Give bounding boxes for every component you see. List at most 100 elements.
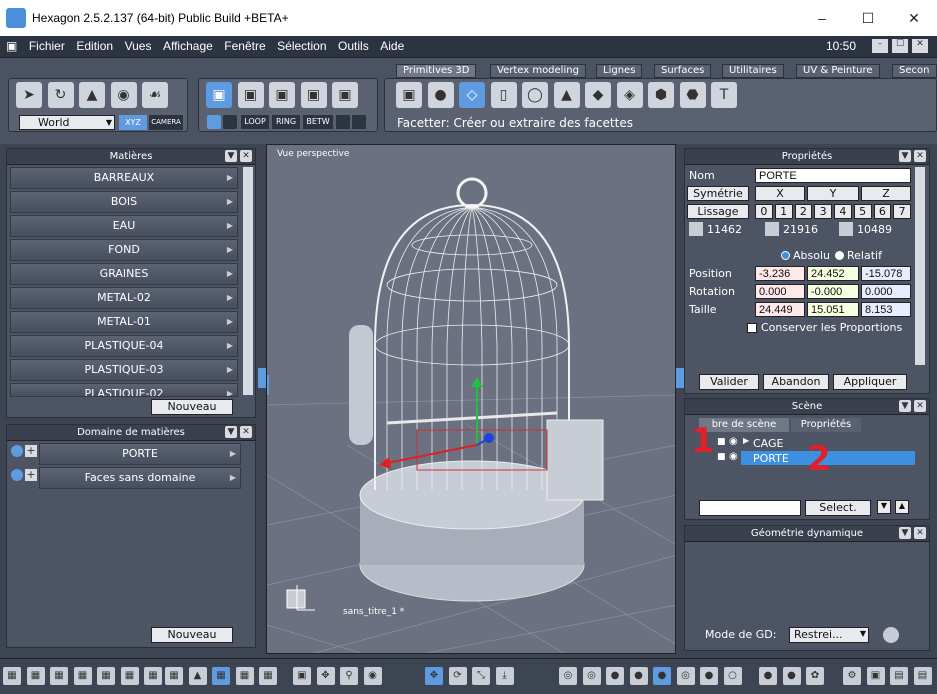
list-item[interactable]: PLASTIQUE-02 ▶ <box>10 383 238 397</box>
menu-outils[interactable]: Outils <box>334 36 373 53</box>
menu-affichage[interactable]: Affichage <box>159 36 217 53</box>
appliquer-button[interactable]: Appliquer <box>833 374 907 390</box>
ghost-icon[interactable]: ☙ <box>142 82 168 108</box>
layout-1-icon[interactable]: ▦ <box>3 667 21 685</box>
doc-restore-icon[interactable]: ☐ <box>892 39 908 53</box>
cube-icon[interactable]: ▣ <box>396 82 422 108</box>
ring-button[interactable]: RING <box>272 115 300 129</box>
layout-6-icon[interactable]: ▦ <box>120 667 139 685</box>
menu-fichier[interactable]: Fichier <box>25 36 69 53</box>
object-mode-icon[interactable]: ▣ <box>206 82 232 108</box>
size-y-field[interactable] <box>807 302 859 317</box>
level-2[interactable]: 2 <box>794 204 813 219</box>
layout-5-icon[interactable]: ▦ <box>97 667 115 685</box>
menu-fenetre[interactable]: Fenêtre <box>220 36 269 53</box>
plane-icon[interactable]: ▯ <box>490 82 517 108</box>
brush-icon[interactable] <box>207 115 221 129</box>
list-item[interactable]: METAL-01 ▶ <box>10 311 238 333</box>
light-1-icon[interactable]: ● <box>759 667 777 685</box>
size-x-field[interactable] <box>755 302 805 317</box>
abandon-button[interactable]: Abandon <box>763 374 829 390</box>
wire-shaded-icon[interactable]: ◎ <box>582 667 601 685</box>
menu-selection[interactable]: Sélection <box>273 36 330 53</box>
light-2-icon[interactable]: ● <box>782 667 801 685</box>
icosahedron-icon[interactable]: ⬣ <box>679 82 706 108</box>
panel-close-icon[interactable]: ✕ <box>914 400 926 412</box>
panel-close-icon[interactable]: ✕ <box>240 426 252 438</box>
lasso-icon[interactable]: ↻ <box>47 82 74 108</box>
layout-7-icon[interactable]: ▦ <box>144 667 162 685</box>
box-select-icon[interactable] <box>336 115 350 129</box>
symmetry-button[interactable]: Symétrie <box>687 186 749 201</box>
xyz-button[interactable]: XYZ <box>119 115 147 130</box>
left-panel-toggle[interactable] <box>258 368 266 388</box>
tab-lignes[interactable]: Lignes <box>596 64 643 78</box>
sym-x-button[interactable]: X <box>755 186 805 201</box>
lock-icon[interactable]: ■ <box>717 437 726 447</box>
position-x-field[interactable] <box>755 266 805 281</box>
eye-icon[interactable]: ◉ <box>729 436 738 447</box>
rotation-z-field[interactable] <box>861 284 911 299</box>
expand-arrow-icon[interactable]: ▶ <box>743 436 749 445</box>
cube-view-icon[interactable]: ▣ <box>866 667 885 685</box>
shaded-wire-icon[interactable]: ◎ <box>676 667 695 685</box>
sym-y-button[interactable]: Y <box>807 186 859 201</box>
light-3-icon[interactable]: ✿ <box>806 667 824 685</box>
move-up-icon[interactable]: ▲ <box>895 500 909 514</box>
plus-icon[interactable]: + <box>25 469 37 481</box>
round-select-icon[interactable] <box>352 115 366 129</box>
domain-item-porte[interactable]: PORTE ▶ <box>39 443 241 465</box>
tab-scene-properties[interactable]: Propriétés <box>791 418 861 432</box>
panel-menu-icon[interactable]: ▼ <box>899 400 911 412</box>
eye-icon[interactable]: ◉ <box>729 451 738 462</box>
dodecahedron-icon[interactable]: ⬢ <box>648 82 674 108</box>
move-tool-icon[interactable]: ✥ <box>425 667 443 685</box>
paint-select-icon[interactable]: ◉ <box>110 82 137 108</box>
world-dropdown[interactable]: World ▼ <box>19 115 115 130</box>
panel-menu-icon[interactable]: ▼ <box>225 150 237 162</box>
panel-close-icon[interactable]: ✕ <box>240 150 252 162</box>
properties-scrollbar[interactable] <box>915 167 925 365</box>
level-3[interactable]: 3 <box>814 204 832 219</box>
menu-aide[interactable]: Aide <box>376 36 408 53</box>
cone-icon[interactable]: ▲ <box>553 82 580 108</box>
rotation-y-field[interactable] <box>807 284 859 299</box>
wireframe-icon[interactable]: ◎ <box>559 667 577 685</box>
name-field[interactable] <box>755 168 911 183</box>
panel-menu-icon[interactable]: ▼ <box>899 150 911 162</box>
doc-close-icon[interactable]: ✕ <box>912 39 928 53</box>
list-item[interactable]: BOIS ▶ <box>10 191 238 213</box>
select-arrow-icon[interactable]: ➤ <box>16 82 42 108</box>
snap-icon[interactable]: ▲ <box>188 667 207 685</box>
select-button[interactable]: Select. <box>805 500 871 516</box>
facet-icon[interactable]: ◇ <box>459 82 485 108</box>
flat-shaded-icon[interactable]: ● <box>606 667 624 685</box>
extra-icon[interactable]: ▤ <box>913 667 932 685</box>
panel-close-icon[interactable]: ✕ <box>914 527 926 539</box>
size-z-field[interactable] <box>861 302 911 317</box>
settings-icon[interactable]: ⚙ <box>843 667 861 685</box>
magic-select-icon[interactable]: ▲ <box>79 82 105 108</box>
cylinder-icon[interactable]: ◯ <box>522 82 548 108</box>
right-panel-toggle[interactable] <box>676 368 684 388</box>
layout-4-icon[interactable]: ▦ <box>73 667 92 685</box>
domain-item-faces[interactable]: Faces sans domaine ▶ <box>39 467 241 489</box>
edge-mode-icon[interactable]: ▣ <box>269 82 295 108</box>
face-mode-icon[interactable]: ▣ <box>237 82 264 108</box>
text-3d-icon[interactable]: T <box>711 82 737 108</box>
fit-view-icon[interactable]: ▣ <box>293 667 311 685</box>
camera-button[interactable]: CAMERA <box>149 115 183 130</box>
list-item[interactable]: METAL-02 ▶ <box>10 287 238 309</box>
auto-mode-icon[interactable]: ▣ <box>332 82 358 108</box>
level-7[interactable]: 7 <box>893 204 911 219</box>
tab-primitives-3d[interactable]: Primitives 3D <box>396 64 477 78</box>
grid-2-icon[interactable]: ▦ <box>235 667 254 685</box>
pages-icon[interactable]: ▤ <box>890 667 908 685</box>
pen-icon[interactable] <box>223 115 237 129</box>
gd-sphere-icon[interactable] <box>883 627 899 643</box>
level-5[interactable]: 5 <box>853 204 872 219</box>
app-menu-icon[interactable]: ▣ <box>0 37 21 53</box>
viewport-perspective[interactable]: Vue perspective sans_titre_1 * <box>266 144 676 654</box>
textured-icon[interactable]: ● <box>653 667 671 685</box>
level-0[interactable]: 0 <box>755 204 773 219</box>
